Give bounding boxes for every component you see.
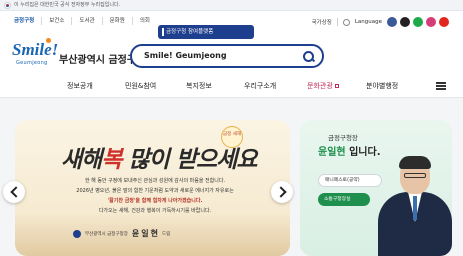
nav-info-disclosure[interactable]: 정보공개 <box>67 81 93 91</box>
search-input[interactable]: Smile! Geumjeong <box>144 51 227 60</box>
external-link-icon <box>334 84 339 88</box>
site-link-council[interactable]: 의회 <box>131 17 157 25</box>
nav-admin[interactable]: 분야별행정 <box>366 81 398 91</box>
site-link-culture[interactable]: 문화원 <box>101 17 132 25</box>
nav-welfare[interactable]: 복지정보 <box>186 81 212 91</box>
manifesto-button[interactable]: 매니페스토(공약) <box>318 174 382 187</box>
banner-signature: 부산광역시 금정구청장 윤 일 현 드림 <box>73 228 233 239</box>
youtube-icon[interactable] <box>439 17 449 27</box>
gov-banner: 이 누리집은 대한민국 공식 전자정부 누리집입니다. <box>0 0 463 11</box>
callig-part-b: 복 <box>101 146 122 173</box>
instagram-icon[interactable] <box>426 17 436 27</box>
banner-calligraphy: 새해복 많이 받으세요 <box>61 140 261 174</box>
globe-icon <box>342 18 350 26</box>
smile-logo[interactable]: Smile! Geumjeong <box>12 38 59 71</box>
callig-part-c: 많이 받으세요 <box>128 146 258 173</box>
mayor-office-button[interactable]: 소통구청장실 <box>318 193 370 206</box>
site-link-guchung[interactable]: 금정구청 <box>14 17 41 25</box>
greeting-line-2: 2026년 병오년, 붉은 말의 힘찬 기운처럼 도약과 새로운 에너지가 자유… <box>76 188 234 194</box>
callig-part-a: 새해 <box>61 146 102 173</box>
chevron-right-icon[interactable] <box>271 181 293 203</box>
mayor-name-suffix: 입니다. <box>345 147 381 158</box>
mayor-name: 윤일현 <box>318 147 346 158</box>
logo-text: Smile! <box>12 38 59 59</box>
banner-greeting: 한 해 동안 구정에 보내주신 관심과 성원에 감사의 마음을 전합니다. 20… <box>55 176 255 216</box>
mayor-title: 윤일현 입니다. <box>318 143 381 158</box>
logo-subtext: Geumjeong <box>16 60 48 66</box>
utility-right: 국가상징 Language <box>312 17 449 27</box>
district-name: 부산광역시 금정구 <box>59 55 137 66</box>
greeting-line-4: 다가오는 새해, 건강과 행복이 가득하시기를 바랍니다. <box>98 208 212 214</box>
mayor-glasses <box>404 173 426 178</box>
chevron-left-icon[interactable] <box>3 181 25 203</box>
greeting-line-3: '활기찬 금정'을 함께 힘차게 나아가겠습니다. <box>107 198 203 204</box>
signature-org: 부산광역시 금정구청장 <box>85 231 128 237</box>
mayor-photo <box>378 156 452 256</box>
signature-tail: 드림 <box>161 231 171 237</box>
signature-name: 윤 일 현 <box>131 229 158 238</box>
site-links: 금정구청 보건소 도서관 문화원 의회 <box>14 17 157 25</box>
gov-banner-text: 이 누리집은 대한민국 공식 전자정부 누리집입니다. <box>14 2 121 8</box>
menu-icon[interactable] <box>436 82 446 90</box>
language-select[interactable]: Language <box>355 19 382 25</box>
site-link-health[interactable]: 보건소 <box>41 17 71 25</box>
blog-icon[interactable] <box>413 17 423 27</box>
nav-about[interactable]: 우리구소개 <box>244 81 276 91</box>
mayor-role: 금정구청장 <box>328 134 358 142</box>
utility-bar: 금정구청 보건소 도서관 문화원 의회 금정구청 참여플랫폼 국가상징 Lang… <box>0 11 463 39</box>
site-link-library[interactable]: 도서관 <box>71 17 101 25</box>
nav-culture-tourism[interactable]: 문화관광 <box>307 81 339 91</box>
sns-links <box>387 17 449 27</box>
divider <box>336 18 338 26</box>
nav-culture-label: 문화관광 <box>307 82 333 90</box>
district-emblem-icon <box>73 229 81 238</box>
taegeuk-icon <box>4 2 11 9</box>
mayor-tie <box>413 196 417 220</box>
facebook-icon[interactable] <box>387 17 397 27</box>
mayor-card: 금정구청장 윤일현 입니다. 매니페스토(공약) 소통구청장실 <box>300 120 452 256</box>
nav-civil-participation[interactable]: 민원&참여 <box>125 81 156 91</box>
search-box[interactable]: Smile! Geumjeong <box>130 44 324 68</box>
greeting-line-1: 한 해 동안 구정에 보내주신 관심과 성원에 감사의 마음을 전합니다. <box>84 178 226 184</box>
national-symbol-link[interactable]: 국가상징 <box>312 18 332 26</box>
main-nav: 정보공개 민원&참여 복지정보 우리구소개 문화관광 분야별행정 <box>0 76 463 98</box>
x-icon[interactable] <box>400 17 410 27</box>
site-header: Smile! Geumjeong 부산광역시 금정구 Smile! Geumje… <box>0 34 463 74</box>
mayor-hair <box>399 156 431 169</box>
main-content: 금정 새해 새해복 많이 받으세요 한 해 동안 구정에 보내주신 관심과 성원… <box>0 98 463 256</box>
new-year-banner[interactable]: 금정 새해 새해복 많이 받으세요 한 해 동안 구정에 보내주신 관심과 성원… <box>15 120 290 256</box>
search-icon[interactable] <box>302 50 315 63</box>
